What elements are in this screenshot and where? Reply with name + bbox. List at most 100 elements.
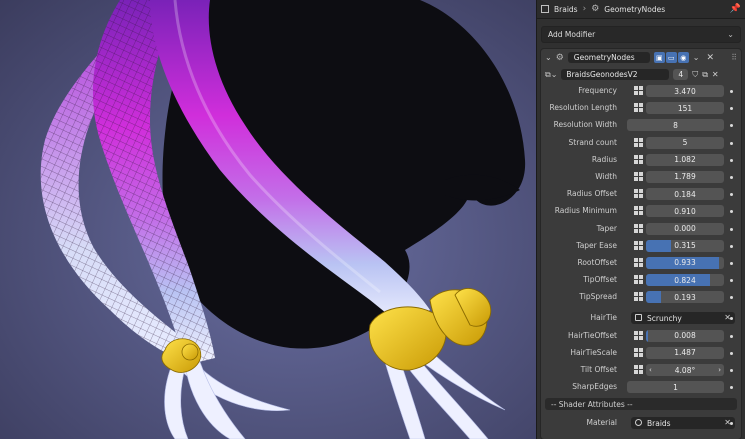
taper-ease-label: Taper Ease: [576, 240, 617, 250]
attribute-toggle-icon[interactable]: [634, 86, 643, 95]
frequency-row: Frequency 3.470: [541, 83, 741, 100]
frequency-field[interactable]: 3.470: [646, 85, 724, 97]
attribute-toggle-icon[interactable]: [634, 171, 643, 181]
object-icon: [541, 5, 549, 13]
keyframe-dot-icon[interactable]: [730, 227, 733, 231]
keyframe-dot-icon[interactable]: [730, 107, 733, 111]
increment-arrow-icon[interactable]: ›: [718, 366, 721, 374]
keyframe-dot-icon[interactable]: [730, 296, 733, 300]
radius-minimum-field[interactable]: 0.910: [646, 205, 724, 218]
drag-handle-icon[interactable]: ⠿: [731, 53, 737, 62]
tipspread-value: 0.193: [674, 292, 696, 302]
attribute-toggle-icon[interactable]: [634, 154, 643, 164]
hairtieoffset-field[interactable]: 0.008: [646, 329, 724, 342]
breadcrumb-object[interactable]: Braids: [554, 5, 578, 14]
hairtiescale-field[interactable]: 1.487: [646, 346, 724, 359]
radius-minimum-label: Radius Minimum: [554, 206, 617, 216]
rootoffset-field[interactable]: 0.933: [646, 256, 724, 269]
breadcrumb-modifier[interactable]: GeometryNodes: [604, 5, 665, 14]
attribute-toggle-icon[interactable]: [634, 365, 643, 374]
tipspread-field[interactable]: 0.193: [646, 291, 724, 304]
keyframe-dot-icon[interactable]: [730, 175, 733, 179]
keyframe-dot-icon[interactable]: [730, 193, 733, 197]
modifier-name-field[interactable]: GeometryNodes: [567, 52, 650, 63]
tilt-offset-field[interactable]: ‹ 4.08° ›: [646, 364, 724, 376]
taper-ease-field[interactable]: 0.315: [646, 239, 724, 252]
node-group-field[interactable]: BraidsGeonodesV2: [561, 69, 670, 80]
duplicate-icon[interactable]: ⧉: [702, 70, 708, 80]
attribute-toggle-icon[interactable]: [634, 206, 643, 216]
attribute-toggle-icon[interactable]: [634, 257, 643, 267]
tilt-offset-label: Tilt Offset: [580, 365, 617, 374]
render-icon[interactable]: ◉: [677, 52, 689, 63]
radius-offset-value: 0.184: [674, 189, 696, 199]
keyframe-dot-icon[interactable]: [730, 158, 733, 162]
strand-count-value: 5: [682, 138, 688, 148]
taper-field[interactable]: 0.000: [646, 222, 724, 235]
attribute-toggle-icon[interactable]: [634, 330, 643, 340]
attribute-toggle-icon[interactable]: [634, 292, 643, 302]
keyframe-dot-icon[interactable]: [730, 386, 733, 390]
collapse-chevron-icon[interactable]: ⌄: [545, 53, 552, 62]
hairtie-value: Scrunchy: [647, 313, 682, 323]
dropdown-chevron-icon[interactable]: ⌄: [693, 53, 700, 62]
keyframe-dot-icon[interactable]: [730, 261, 733, 265]
user-count[interactable]: 4: [673, 69, 689, 80]
hairtiescale-label: HairTieScale: [570, 347, 617, 357]
tilt-offset-value: 4.08°: [674, 365, 696, 375]
shader-attributes-subpanel[interactable]: -- Shader Attributes --: [545, 398, 737, 411]
material-sphere-icon: [635, 419, 642, 427]
radius-offset-field[interactable]: 0.184: [646, 188, 724, 201]
hairtie-object-field[interactable]: Scrunchy ✕: [631, 312, 735, 325]
attribute-toggle-icon[interactable]: [634, 240, 643, 250]
attribute-toggle-icon[interactable]: [634, 347, 643, 357]
resolution-width-field[interactable]: 8: [627, 119, 724, 132]
hairtieoffset-row: HairTieOffset 0.008: [541, 328, 741, 345]
attribute-toggle-icon[interactable]: [634, 103, 643, 113]
keyframe-dot-icon[interactable]: [730, 210, 733, 214]
keyframe-dot-icon[interactable]: [730, 141, 733, 145]
attribute-toggle-icon[interactable]: [634, 189, 643, 199]
sharp-edges-value: 1: [673, 382, 678, 392]
resolution-length-label: Resolution Length: [549, 103, 617, 113]
rootoffset-value: 0.933: [674, 258, 696, 268]
keyframe-dot-icon[interactable]: [730, 90, 733, 93]
3d-viewport[interactable]: [0, 0, 536, 439]
hairtieoffset-label: HairTieOffset: [568, 330, 617, 340]
modifier-inputs: Frequency 3.470 Resolution Length 151 Resolu…: [541, 83, 741, 306]
resolution-length-field[interactable]: 151: [646, 102, 724, 115]
chevron-right-icon: ›: [582, 4, 587, 14]
add-modifier-button[interactable]: Add Modifier ⌄: [541, 26, 741, 43]
radius-value: 1.082: [674, 155, 696, 165]
material-field[interactable]: Braids ✕: [631, 417, 735, 430]
attribute-toggle-icon[interactable]: [634, 275, 643, 285]
keyframe-dot-icon[interactable]: [730, 244, 733, 248]
strand-count-field[interactable]: 5: [646, 136, 724, 149]
attribute-toggle-icon[interactable]: [634, 223, 643, 233]
keyframe-dot-icon[interactable]: [730, 351, 733, 355]
unlink-close-icon[interactable]: ✕: [712, 70, 719, 79]
shader-attributes-label: -- Shader Attributes --: [551, 399, 633, 409]
pin-icon[interactable]: 📌: [730, 4, 741, 14]
fake-user-shield-icon[interactable]: ⛉: [692, 70, 698, 80]
edit-mode-icon[interactable]: ▣: [653, 52, 665, 63]
material-value: Braids: [647, 418, 671, 428]
keyframe-dot-icon[interactable]: [730, 369, 733, 372]
properties-header: Braids › ⚙ GeometryNodes 📌: [537, 0, 745, 19]
sharp-edges-field[interactable]: 1: [627, 381, 724, 394]
width-field[interactable]: 1.789: [646, 170, 724, 183]
viewport-icon[interactable]: ▭: [665, 52, 677, 63]
hairtiescale-row: HairTieScale 1.487: [541, 345, 741, 362]
keyframe-dot-icon[interactable]: [730, 124, 733, 128]
node-tree-icon[interactable]: ⧉⌄: [545, 70, 557, 80]
close-icon[interactable]: ✕: [706, 53, 714, 63]
attribute-toggle-icon[interactable]: [634, 137, 643, 147]
radius-field[interactable]: 1.082: [646, 153, 724, 166]
modifier-header: ⌄ ⚙ GeometryNodes ▣ ▭ ◉ ⌄ ✕ ⠿: [541, 49, 741, 66]
keyframe-dot-icon[interactable]: [730, 334, 733, 338]
keyframe-dot-icon[interactable]: [730, 279, 733, 283]
tipoffset-field[interactable]: 0.824: [646, 274, 724, 287]
radius-minimum-value: 0.910: [674, 206, 696, 216]
tilt-offset-row: Tilt Offset ‹ 4.08° ›: [541, 362, 741, 379]
resolution-length-value: 151: [677, 103, 693, 113]
